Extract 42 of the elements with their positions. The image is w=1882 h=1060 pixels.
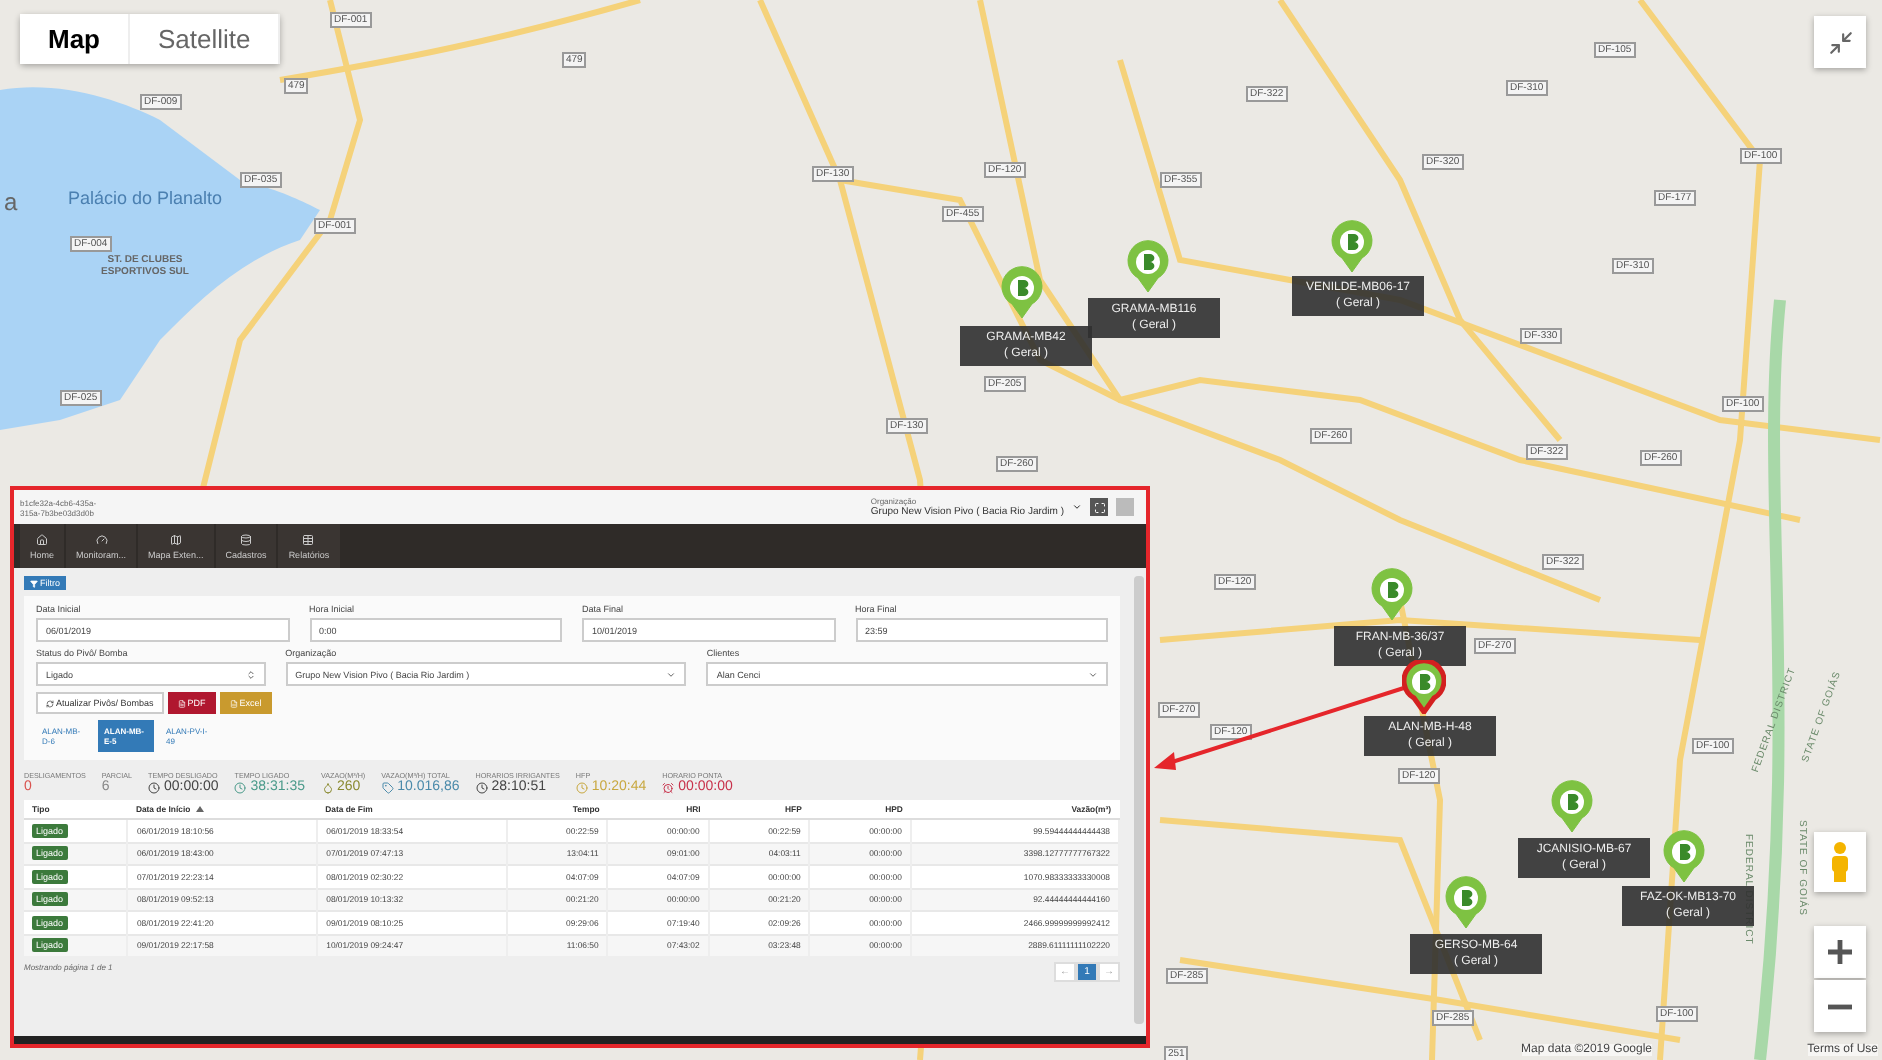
plus-icon [1828,940,1852,964]
person-icon [1830,842,1850,882]
map-type-button[interactable]: Satellite [130,14,281,64]
excel-icon [229,699,238,707]
chevron-down-icon [666,669,677,679]
pdf-icon [177,699,186,707]
nav-icon [95,533,108,545]
alarm-icon [662,781,675,793]
zoom-in-button[interactable] [1814,926,1866,978]
scrollbar[interactable] [1134,576,1144,1024]
sort-caret-icon [196,806,205,812]
map-type-button[interactable]: Map [20,14,130,64]
chevron-down-icon[interactable] [1072,502,1082,512]
map-pin-icon[interactable] [1444,876,1488,930]
place-label: a [4,190,18,217]
tag-icon [381,781,394,793]
map-pin-icon[interactable] [1126,240,1170,294]
clock-icon [148,781,161,793]
map-pin-icon[interactable] [1662,830,1706,884]
zoom-out-button[interactable] [1814,980,1866,1032]
up-down-icon [245,669,256,679]
clock-icon [575,781,588,793]
refresh-icon [46,699,54,707]
drop-icon [321,781,334,793]
filter-icon [30,579,38,587]
clock-icon [234,781,247,793]
nav-icon [36,533,48,545]
map-pin-icon[interactable] [1370,568,1414,622]
exit-fullscreen-icon [1827,29,1853,55]
place-label: Palácio do Planalto [68,190,223,210]
nav-icon [302,533,315,545]
map-pin-icon[interactable] [1330,220,1374,274]
map-pin-icon[interactable] [1402,660,1446,714]
minus-icon [1828,1003,1852,1009]
exit-fullscreen-button[interactable] [1814,16,1866,68]
fullscreen-button[interactable] [1090,498,1108,516]
nav-icon [169,533,182,545]
map-pin-icon[interactable] [1000,266,1044,320]
nav-icon [240,533,253,545]
clock-icon [475,781,488,793]
map-pin-icon[interactable] [1550,780,1594,834]
chevron-down-icon [1087,669,1098,679]
